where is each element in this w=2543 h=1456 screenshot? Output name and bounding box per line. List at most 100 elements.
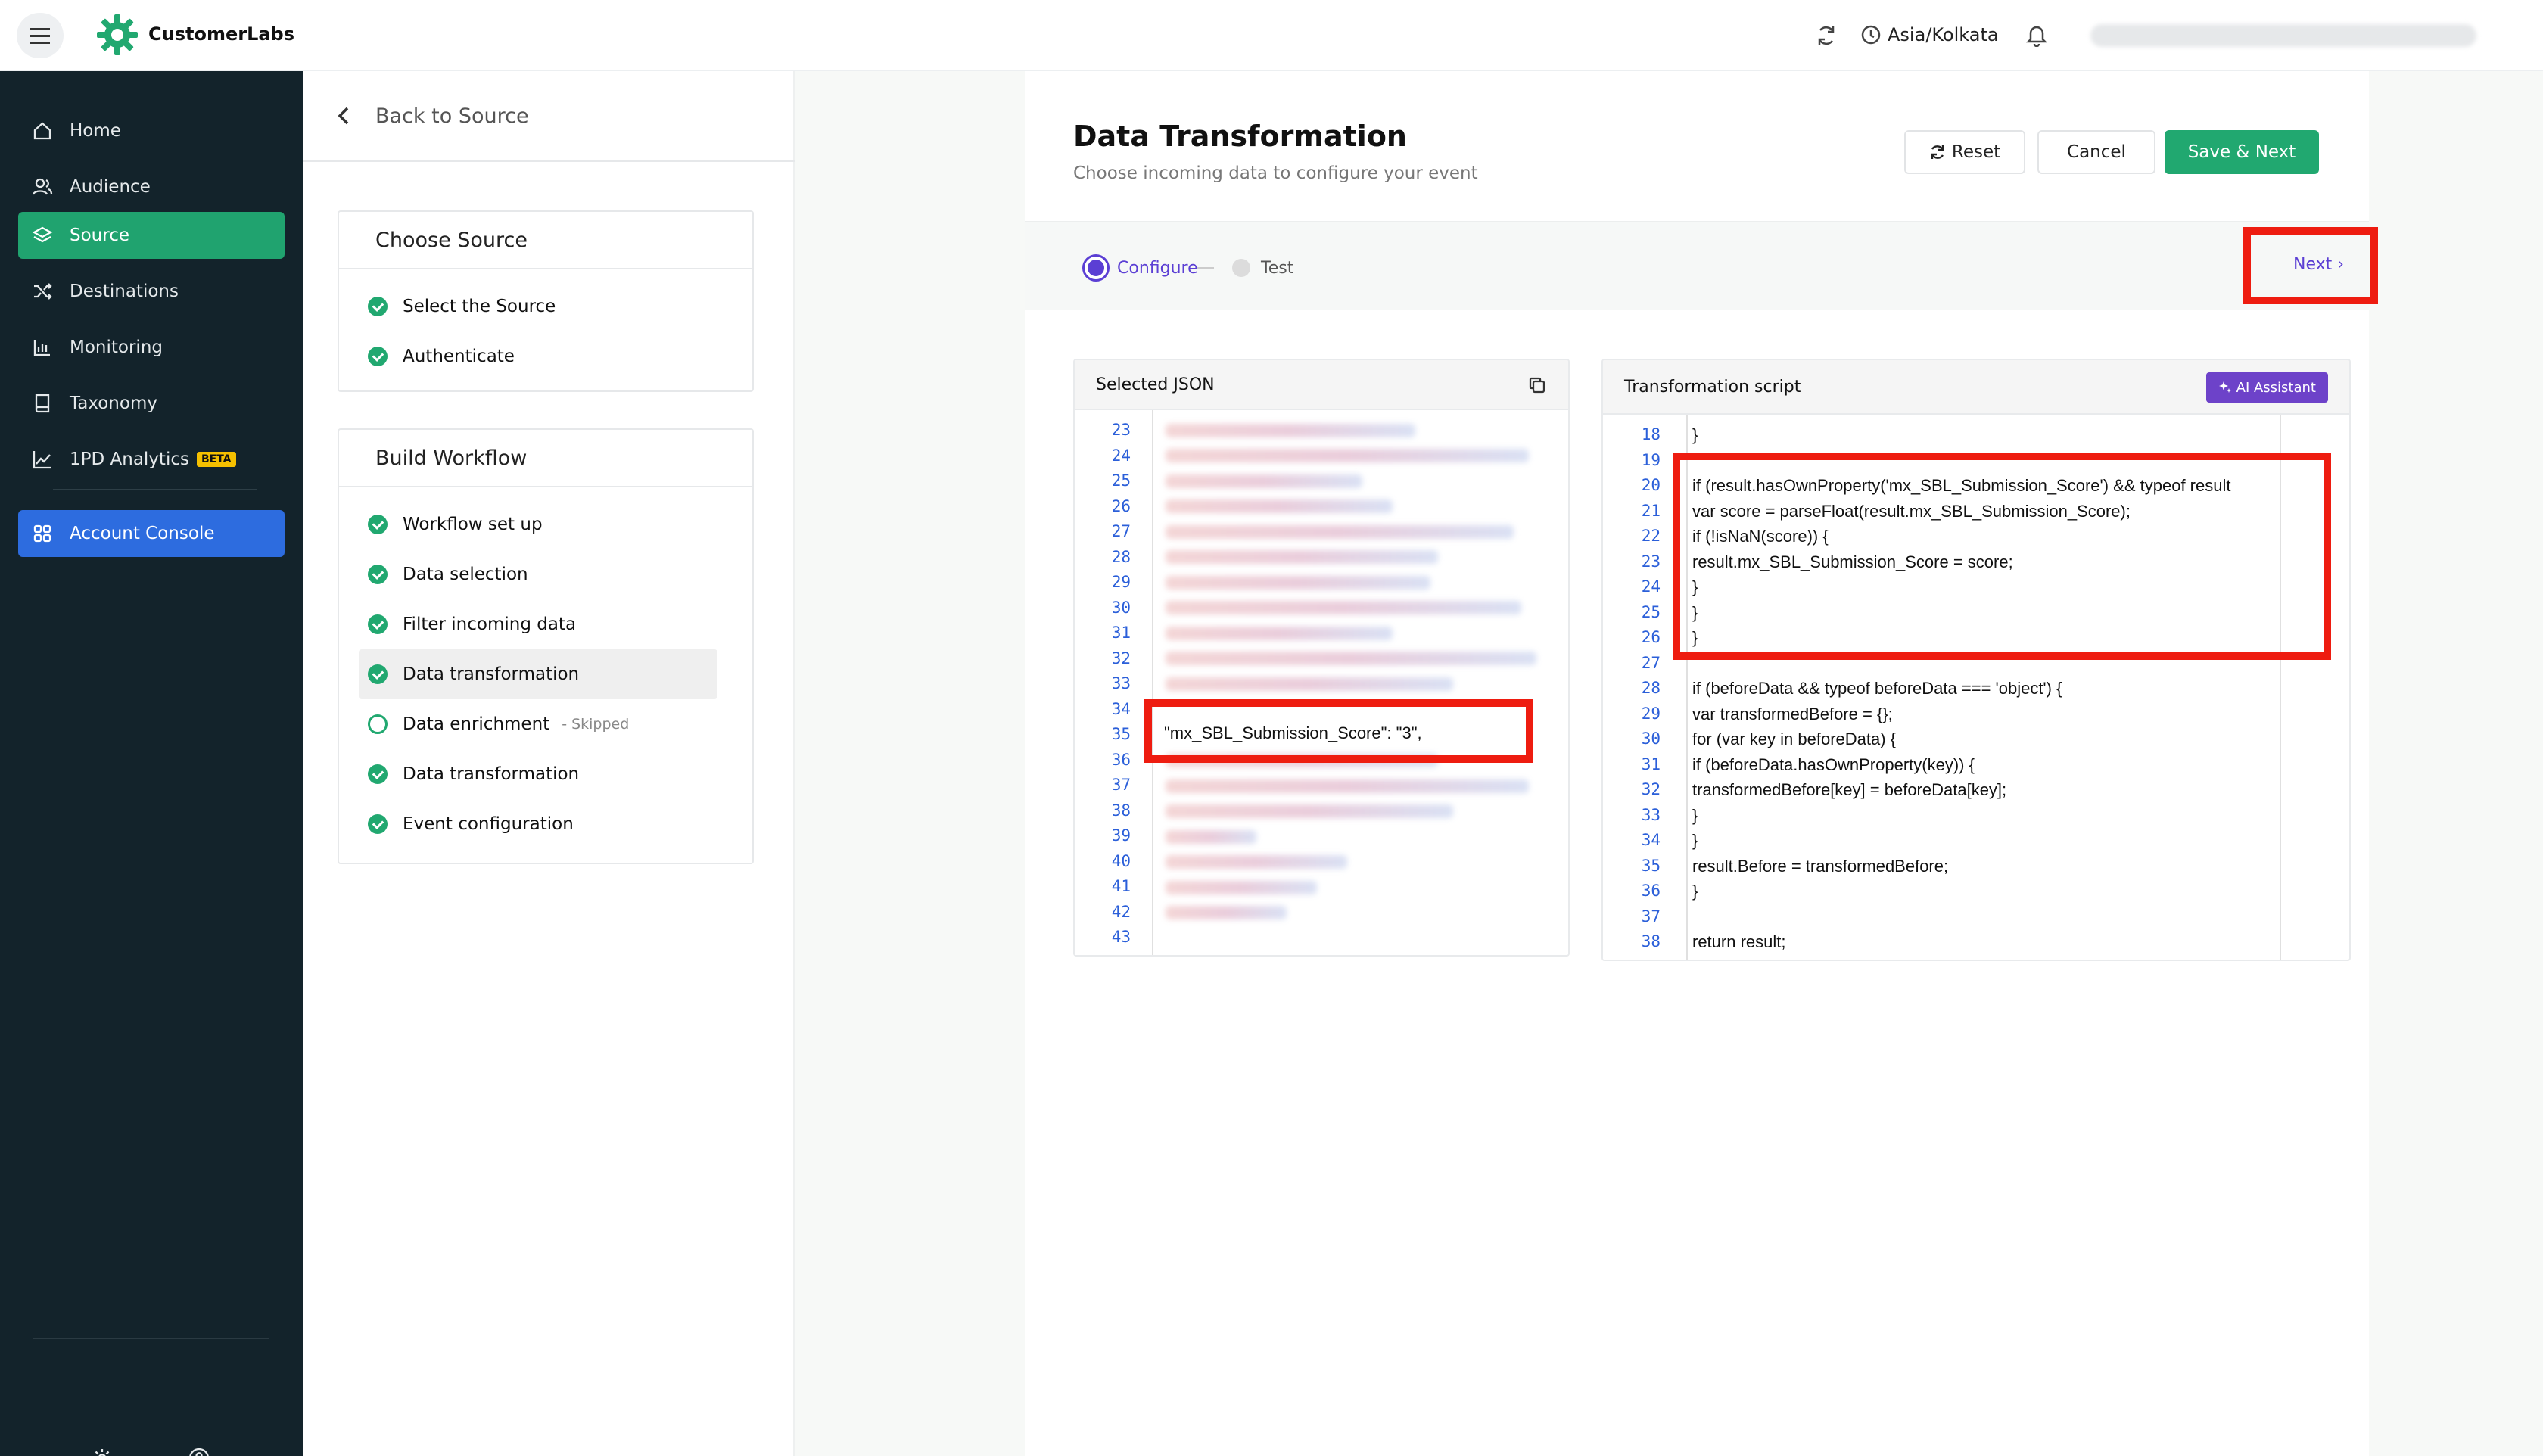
line-number: 26 bbox=[1641, 628, 1661, 646]
redacted-json-line bbox=[1166, 525, 1514, 539]
back-to-source-link[interactable]: Back to Source bbox=[303, 71, 795, 162]
step-workflow-set-up[interactable]: Workflow set up bbox=[359, 499, 717, 549]
line-number: 20 bbox=[1641, 476, 1661, 494]
sidebar-item-label: 1PD Analytics bbox=[70, 450, 189, 469]
refresh-icon bbox=[1931, 145, 1944, 159]
redacted-json-line bbox=[1166, 424, 1415, 437]
check-icon bbox=[368, 664, 388, 684]
shuffle-icon bbox=[34, 283, 52, 300]
panel-title: Selected JSON bbox=[1075, 360, 1568, 410]
sidebar-item-home[interactable]: Home bbox=[18, 107, 285, 154]
test-step-radio[interactable] bbox=[1232, 259, 1250, 277]
step-label: Authenticate bbox=[403, 347, 515, 366]
help-icon[interactable] bbox=[188, 1447, 210, 1456]
redacted-json-line bbox=[1166, 474, 1362, 488]
line-number: 32 bbox=[1641, 780, 1661, 798]
sparkle-icon bbox=[2218, 381, 2231, 393]
sidebar-item-1pd-analytics[interactable]: 1PD Analytics BETA bbox=[18, 436, 285, 483]
line-number: 27 bbox=[1111, 522, 1131, 540]
chevron-left-icon bbox=[338, 107, 349, 125]
step-event-configuration[interactable]: Event configuration bbox=[359, 799, 717, 849]
sidebar-item-destinations[interactable]: Destinations bbox=[18, 268, 285, 315]
redacted-json-line bbox=[1166, 499, 1393, 513]
check-icon bbox=[368, 814, 388, 834]
line-number: 28 bbox=[1641, 679, 1661, 697]
sidebar-item-label: Audience bbox=[70, 177, 151, 197]
sidebar-item-source[interactable]: Source bbox=[18, 212, 285, 259]
top-bar: CustomerLabs Asia/Kolkata bbox=[0, 0, 2543, 71]
redacted-json-line bbox=[1166, 627, 1393, 640]
reset-label: Reset bbox=[1951, 142, 2001, 162]
redacted-json-line bbox=[1166, 804, 1453, 818]
check-icon bbox=[368, 347, 388, 366]
line-number: 36 bbox=[1111, 751, 1131, 769]
code-line: if (beforeData && typeof beforeData === … bbox=[1692, 679, 2062, 698]
line-number: 34 bbox=[1111, 700, 1131, 718]
timezone-label[interactable]: Asia/Kolkata bbox=[1888, 24, 1999, 45]
trend-icon bbox=[33, 451, 51, 469]
line-number: 29 bbox=[1641, 705, 1661, 723]
configure-step-label[interactable]: Configure bbox=[1117, 259, 1198, 278]
next-link[interactable]: Next › bbox=[2293, 255, 2344, 274]
step-data-enrichment[interactable]: Data enrichment - Skipped bbox=[359, 699, 717, 749]
line-number: 23 bbox=[1641, 552, 1661, 571]
line-number: 30 bbox=[1641, 730, 1661, 748]
copy-icon[interactable] bbox=[1527, 375, 1547, 395]
layers-icon bbox=[32, 226, 53, 243]
line-number: 35 bbox=[1641, 857, 1661, 875]
sidebar-item-monitoring[interactable]: Monitoring bbox=[18, 324, 285, 371]
step-filter-incoming-data[interactable]: Filter incoming data bbox=[359, 599, 717, 649]
ai-assistant-label: AI Assistant bbox=[2236, 379, 2316, 396]
step-authenticate[interactable]: Authenticate bbox=[359, 331, 717, 381]
cancel-button[interactable]: Cancel bbox=[2037, 130, 2155, 174]
line-number: 24 bbox=[1641, 577, 1661, 596]
bell-icon[interactable] bbox=[2025, 23, 2048, 47]
back-label: Back to Source bbox=[375, 104, 529, 128]
line-number: 24 bbox=[1111, 446, 1131, 465]
line-number: 25 bbox=[1111, 471, 1131, 490]
sidebar-item-label: Source bbox=[70, 226, 129, 245]
line-number: 27 bbox=[1641, 654, 1661, 672]
sidebar-item-label: Account Console bbox=[70, 524, 215, 543]
line-number: 37 bbox=[1641, 907, 1661, 926]
line-number: 31 bbox=[1111, 624, 1131, 642]
code-line: var transformedBefore = {}; bbox=[1692, 705, 1893, 723]
sidebar-item-account-console[interactable]: Account Console bbox=[18, 510, 285, 557]
highlight-script-score-box bbox=[1673, 453, 2331, 660]
sidebar: Home Audience Source Destinations Monito… bbox=[0, 71, 303, 1456]
step-label: Data transformation bbox=[403, 764, 580, 784]
code-line: for (var key in beforeData) { bbox=[1692, 730, 1897, 748]
clock-icon bbox=[1861, 25, 1881, 45]
selected-json-panel: Selected JSON 23 24 25 26 27 28 29 30 31… bbox=[1073, 359, 1570, 957]
code-line: if (beforeData.hasOwnProperty(key)) { bbox=[1692, 755, 1975, 774]
sync-icon[interactable] bbox=[1815, 24, 1838, 47]
step-data-transformation[interactable]: Data transformation bbox=[359, 749, 717, 799]
step-data-transformation-current[interactable]: Data transformation bbox=[359, 649, 717, 699]
line-number: 23 bbox=[1111, 421, 1131, 439]
ai-assistant-button[interactable]: AI Assistant bbox=[2205, 372, 2328, 403]
menu-toggle-button[interactable] bbox=[17, 13, 64, 58]
stepper-connector bbox=[1197, 267, 1214, 269]
workflow-steps-panel: Back to Source Choose Source Select the … bbox=[303, 71, 795, 1456]
configure-step-radio[interactable] bbox=[1082, 254, 1110, 282]
line-number: 34 bbox=[1641, 831, 1661, 849]
home-icon bbox=[33, 122, 51, 140]
code-line: } bbox=[1692, 425, 1698, 444]
step-select-source[interactable]: Select the Source bbox=[359, 282, 717, 331]
reset-button[interactable]: Reset bbox=[1904, 130, 2025, 174]
save-and-next-button[interactable]: Save & Next bbox=[2165, 130, 2319, 174]
check-icon bbox=[368, 515, 388, 534]
user-account-menu[interactable] bbox=[2090, 24, 2476, 47]
line-number-gutter: 23 24 25 26 27 28 29 30 31 32 33 34 35 3… bbox=[1075, 410, 1150, 955]
step-data-selection[interactable]: Data selection bbox=[359, 549, 717, 599]
sidebar-item-label: Taxonomy bbox=[70, 394, 157, 413]
step-label: Select the Source bbox=[403, 297, 556, 316]
brand-name: CustomerLabs bbox=[148, 23, 295, 45]
redacted-json-line bbox=[1166, 855, 1347, 869]
pending-circle-icon bbox=[368, 714, 388, 734]
settings-icon[interactable] bbox=[91, 1447, 114, 1456]
sidebar-item-audience[interactable]: Audience bbox=[18, 163, 285, 210]
sidebar-item-taxonomy[interactable]: Taxonomy bbox=[18, 380, 285, 427]
line-number: 31 bbox=[1641, 755, 1661, 773]
test-step-label[interactable]: Test bbox=[1261, 259, 1293, 278]
